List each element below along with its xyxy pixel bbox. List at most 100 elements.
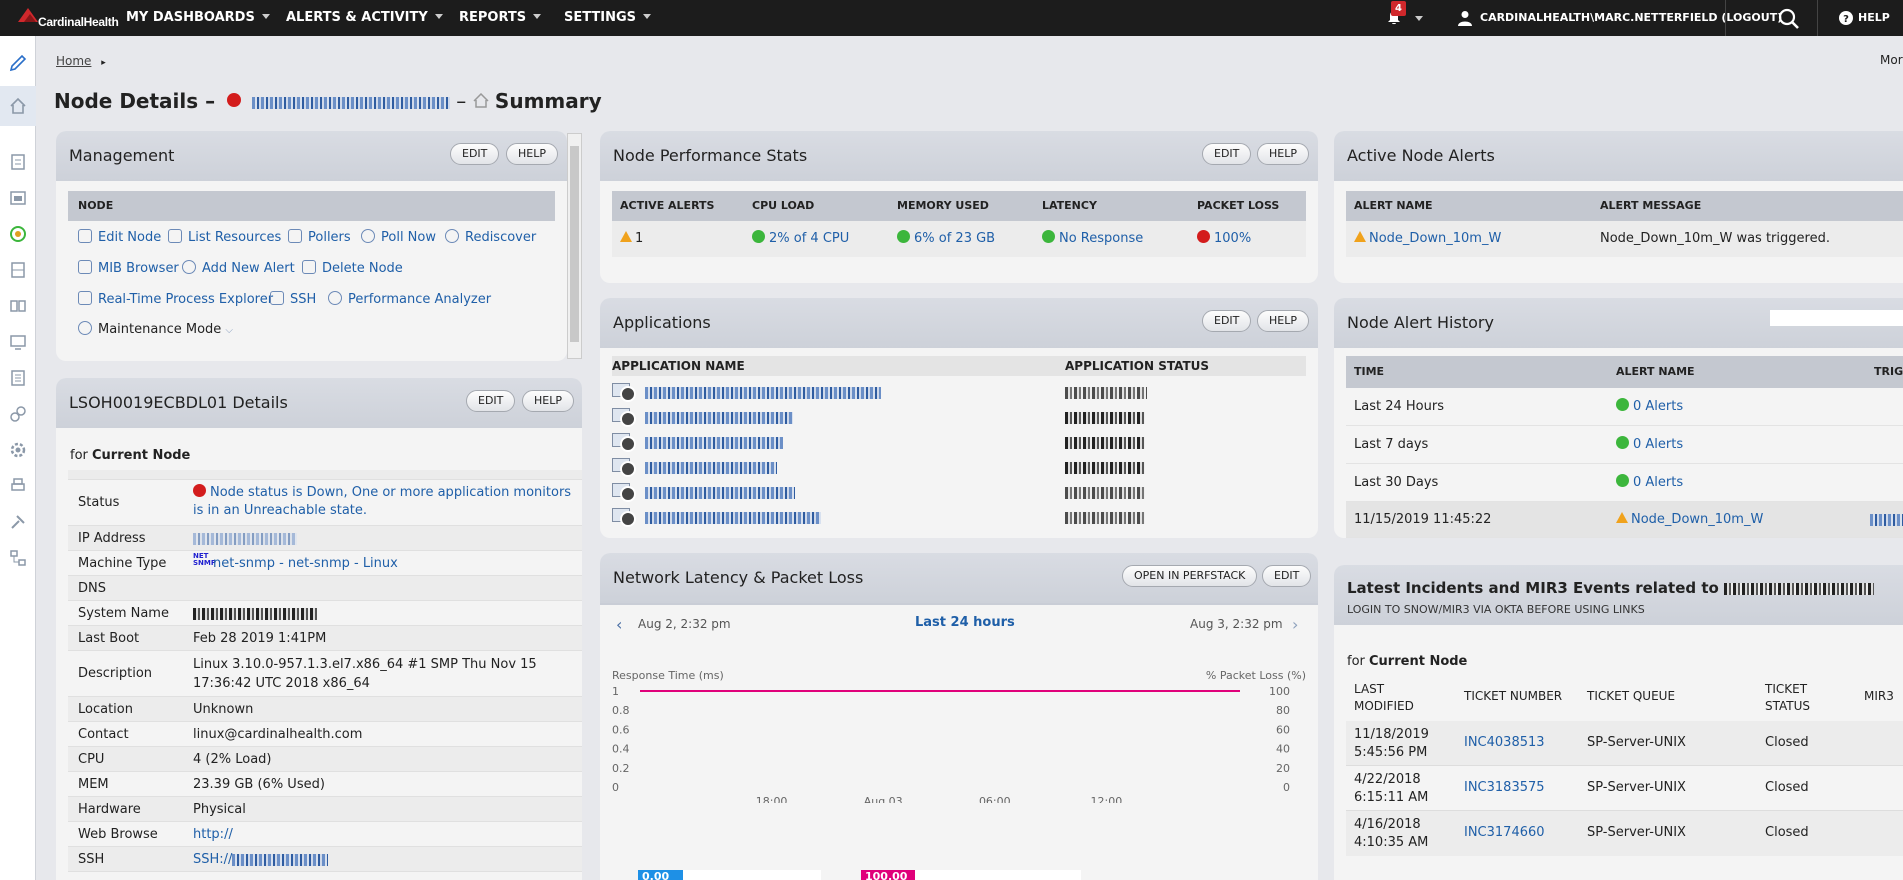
- latency-value[interactable]: No Response: [1042, 221, 1143, 257]
- redacted-app-name[interactable]: [645, 437, 783, 449]
- chevron-left-icon[interactable]: ‹: [616, 615, 622, 634]
- svg-text:?: ?: [1843, 14, 1849, 25]
- cpu-load-value[interactable]: 2% of 4 CPU: [752, 221, 849, 257]
- user-logout-link[interactable]: CARDINALHEALTH\MARC.NETTERFIELD (LOGOUT): [1480, 0, 1782, 36]
- list-item[interactable]: [612, 455, 1306, 480]
- redacted-app-name[interactable]: [645, 462, 777, 474]
- redacted-app-status: [1065, 387, 1147, 399]
- ssh-link[interactable]: SSH://: [193, 847, 576, 872]
- redacted-app-name[interactable]: [645, 512, 821, 524]
- perf-values-row: 1 2% of 4 CPU 6% of 23 GB No Response 10…: [612, 221, 1306, 257]
- alert-name-link[interactable]: Node_Down_10m_W: [1354, 221, 1501, 257]
- redacted-app-status: [1065, 487, 1145, 499]
- edit-button[interactable]: EDIT: [1262, 565, 1312, 587]
- topology-icon[interactable]: [9, 549, 27, 567]
- latency-chart[interactable]: 1 0.8 0.6 0.4 0.2 0 100 80 60 40 20 0 18:00 Aug 03 06:…: [600, 683, 1318, 803]
- tools-icon[interactable]: [9, 513, 27, 531]
- time-range-selector[interactable]: Last 24 hours: [915, 615, 1015, 630]
- nav-settings[interactable]: SETTINGS: [564, 0, 652, 36]
- open-in-perfstack-button[interactable]: OPEN IN PERFSTACK: [1122, 565, 1258, 587]
- chevron-down-icon[interactable]: [1415, 16, 1423, 21]
- network-port-icon[interactable]: [9, 189, 27, 207]
- home-icon[interactable]: [9, 97, 27, 115]
- mib-browser-link[interactable]: MIB Browser: [78, 260, 179, 276]
- redacted-app-name[interactable]: [645, 487, 795, 499]
- help-button[interactable]: HELP: [506, 143, 558, 165]
- memory-used-value[interactable]: 6% of 23 GB: [897, 221, 995, 257]
- list-resources-link[interactable]: List Resources: [168, 229, 281, 245]
- ticket-link[interactable]: INC3183575: [1464, 780, 1545, 795]
- latest-incidents-panel: Latest Incidents and MIR3 Events related…: [1334, 565, 1903, 880]
- web-browse-link[interactable]: http://: [193, 822, 576, 847]
- servers-icon[interactable]: [9, 297, 27, 315]
- pencil-icon[interactable]: [9, 54, 27, 72]
- incidents-table-header: LAST MODIFIED TICKET NUMBER TICKET QUEUE…: [1346, 675, 1903, 719]
- nav-reports[interactable]: REPORTS: [459, 0, 542, 36]
- list-item[interactable]: [612, 380, 1306, 405]
- help-button[interactable]: HELP: [522, 390, 574, 412]
- ssh-link[interactable]: SSH: [270, 291, 316, 307]
- pollers-link[interactable]: Pollers: [288, 229, 351, 245]
- process-icon: [78, 291, 92, 305]
- more-link[interactable]: Mor: [1880, 53, 1903, 67]
- scrollbar-thumb[interactable]: [570, 146, 579, 342]
- table-row: 11/18/2019 5:45:56 PM INC4038513 SP-Serve…: [1346, 721, 1903, 766]
- help-link[interactable]: HELP: [1858, 0, 1890, 36]
- ticket-link[interactable]: INC4038513: [1464, 735, 1545, 750]
- panel-subtitle: LOGIN TO SNOW/MIR3 VIA OKTA BEFORE USING…: [1347, 603, 1645, 616]
- node-details-panel: LSOH0019ECBDL01 Details EDIT HELP for Cu…: [56, 378, 582, 880]
- poll-now-link[interactable]: Poll Now: [361, 229, 436, 245]
- list-item[interactable]: [612, 430, 1306, 455]
- nav-my-dashboards[interactable]: MY DASHBOARDS: [126, 0, 270, 36]
- list-item[interactable]: [612, 505, 1306, 530]
- edit-button[interactable]: EDIT: [1202, 310, 1252, 332]
- packet-loss-value[interactable]: 100%: [1197, 221, 1251, 257]
- alerts-link[interactable]: 0 Alerts: [1616, 464, 1683, 502]
- realtime-process-explorer-link[interactable]: Real-Time Process Explorer: [78, 291, 273, 307]
- performance-analyzer-link[interactable]: Performance Analyzer: [328, 291, 491, 307]
- chevron-right-icon[interactable]: ›: [1292, 615, 1298, 634]
- delete-node-link[interactable]: Delete Node: [302, 260, 403, 276]
- search-icon[interactable]: [1778, 8, 1800, 30]
- printer-icon[interactable]: [9, 477, 27, 495]
- alerts-link[interactable]: 0 Alerts: [1616, 426, 1683, 464]
- report-icon[interactable]: [9, 369, 27, 387]
- nav-alerts-activity[interactable]: ALERTS & ACTIVITY: [286, 0, 443, 36]
- list-item[interactable]: [612, 480, 1306, 505]
- edit-button[interactable]: EDIT: [1202, 143, 1252, 165]
- edit-node-link[interactable]: Edit Node: [78, 229, 161, 245]
- gear-icon[interactable]: [9, 441, 27, 459]
- management-scrollbar[interactable]: [567, 133, 582, 359]
- y-right-tick-label: 60: [1276, 723, 1290, 736]
- machine-type-value[interactable]: NET SNMPnet-snmp - net-snmp - Linux: [193, 551, 576, 576]
- monitor-icon[interactable]: [9, 333, 27, 351]
- help-button[interactable]: HELP: [1257, 310, 1309, 332]
- ip-address-value[interactable]: [193, 526, 576, 551]
- breadcrumb-home[interactable]: Home: [56, 54, 91, 68]
- redacted-app-name[interactable]: [645, 412, 793, 424]
- ticket-link[interactable]: INC3174660: [1464, 825, 1545, 840]
- edit-button[interactable]: EDIT: [466, 390, 516, 412]
- active-alerts-value[interactable]: 1: [620, 221, 643, 257]
- rediscover-link[interactable]: Rediscover: [445, 229, 536, 245]
- alerts-link[interactable]: 0 Alerts: [1616, 388, 1683, 426]
- history-filter-input[interactable]: [1770, 310, 1903, 326]
- node-name-link[interactable]: [251, 96, 450, 109]
- nodes-icon[interactable]: [9, 153, 27, 171]
- maintenance-mode-dropdown[interactable]: Maintenance Mode ⌵: [78, 321, 233, 337]
- link-icon[interactable]: [9, 405, 27, 423]
- edit-button[interactable]: EDIT: [450, 143, 500, 165]
- status-up-icon: [1616, 474, 1629, 487]
- redacted-app-name[interactable]: [645, 387, 881, 399]
- warning-icon: [1616, 512, 1628, 523]
- alert-name-link[interactable]: Node_Down_10m_W: [1616, 502, 1763, 538]
- gauge-icon[interactable]: [9, 225, 27, 243]
- trash-icon: [302, 260, 316, 274]
- add-new-alert-link[interactable]: Add New Alert: [182, 260, 295, 276]
- list-item[interactable]: [612, 405, 1306, 430]
- storage-icon[interactable]: [9, 261, 27, 279]
- panel-header: LSOH0019ECBDL01 Details EDIT HELP: [56, 378, 582, 428]
- status-value[interactable]: Node status is Down, One or more applica…: [193, 484, 576, 520]
- cardinal-health-logo[interactable]: CardinalHealth: [6, 4, 119, 32]
- help-button[interactable]: HELP: [1257, 143, 1309, 165]
